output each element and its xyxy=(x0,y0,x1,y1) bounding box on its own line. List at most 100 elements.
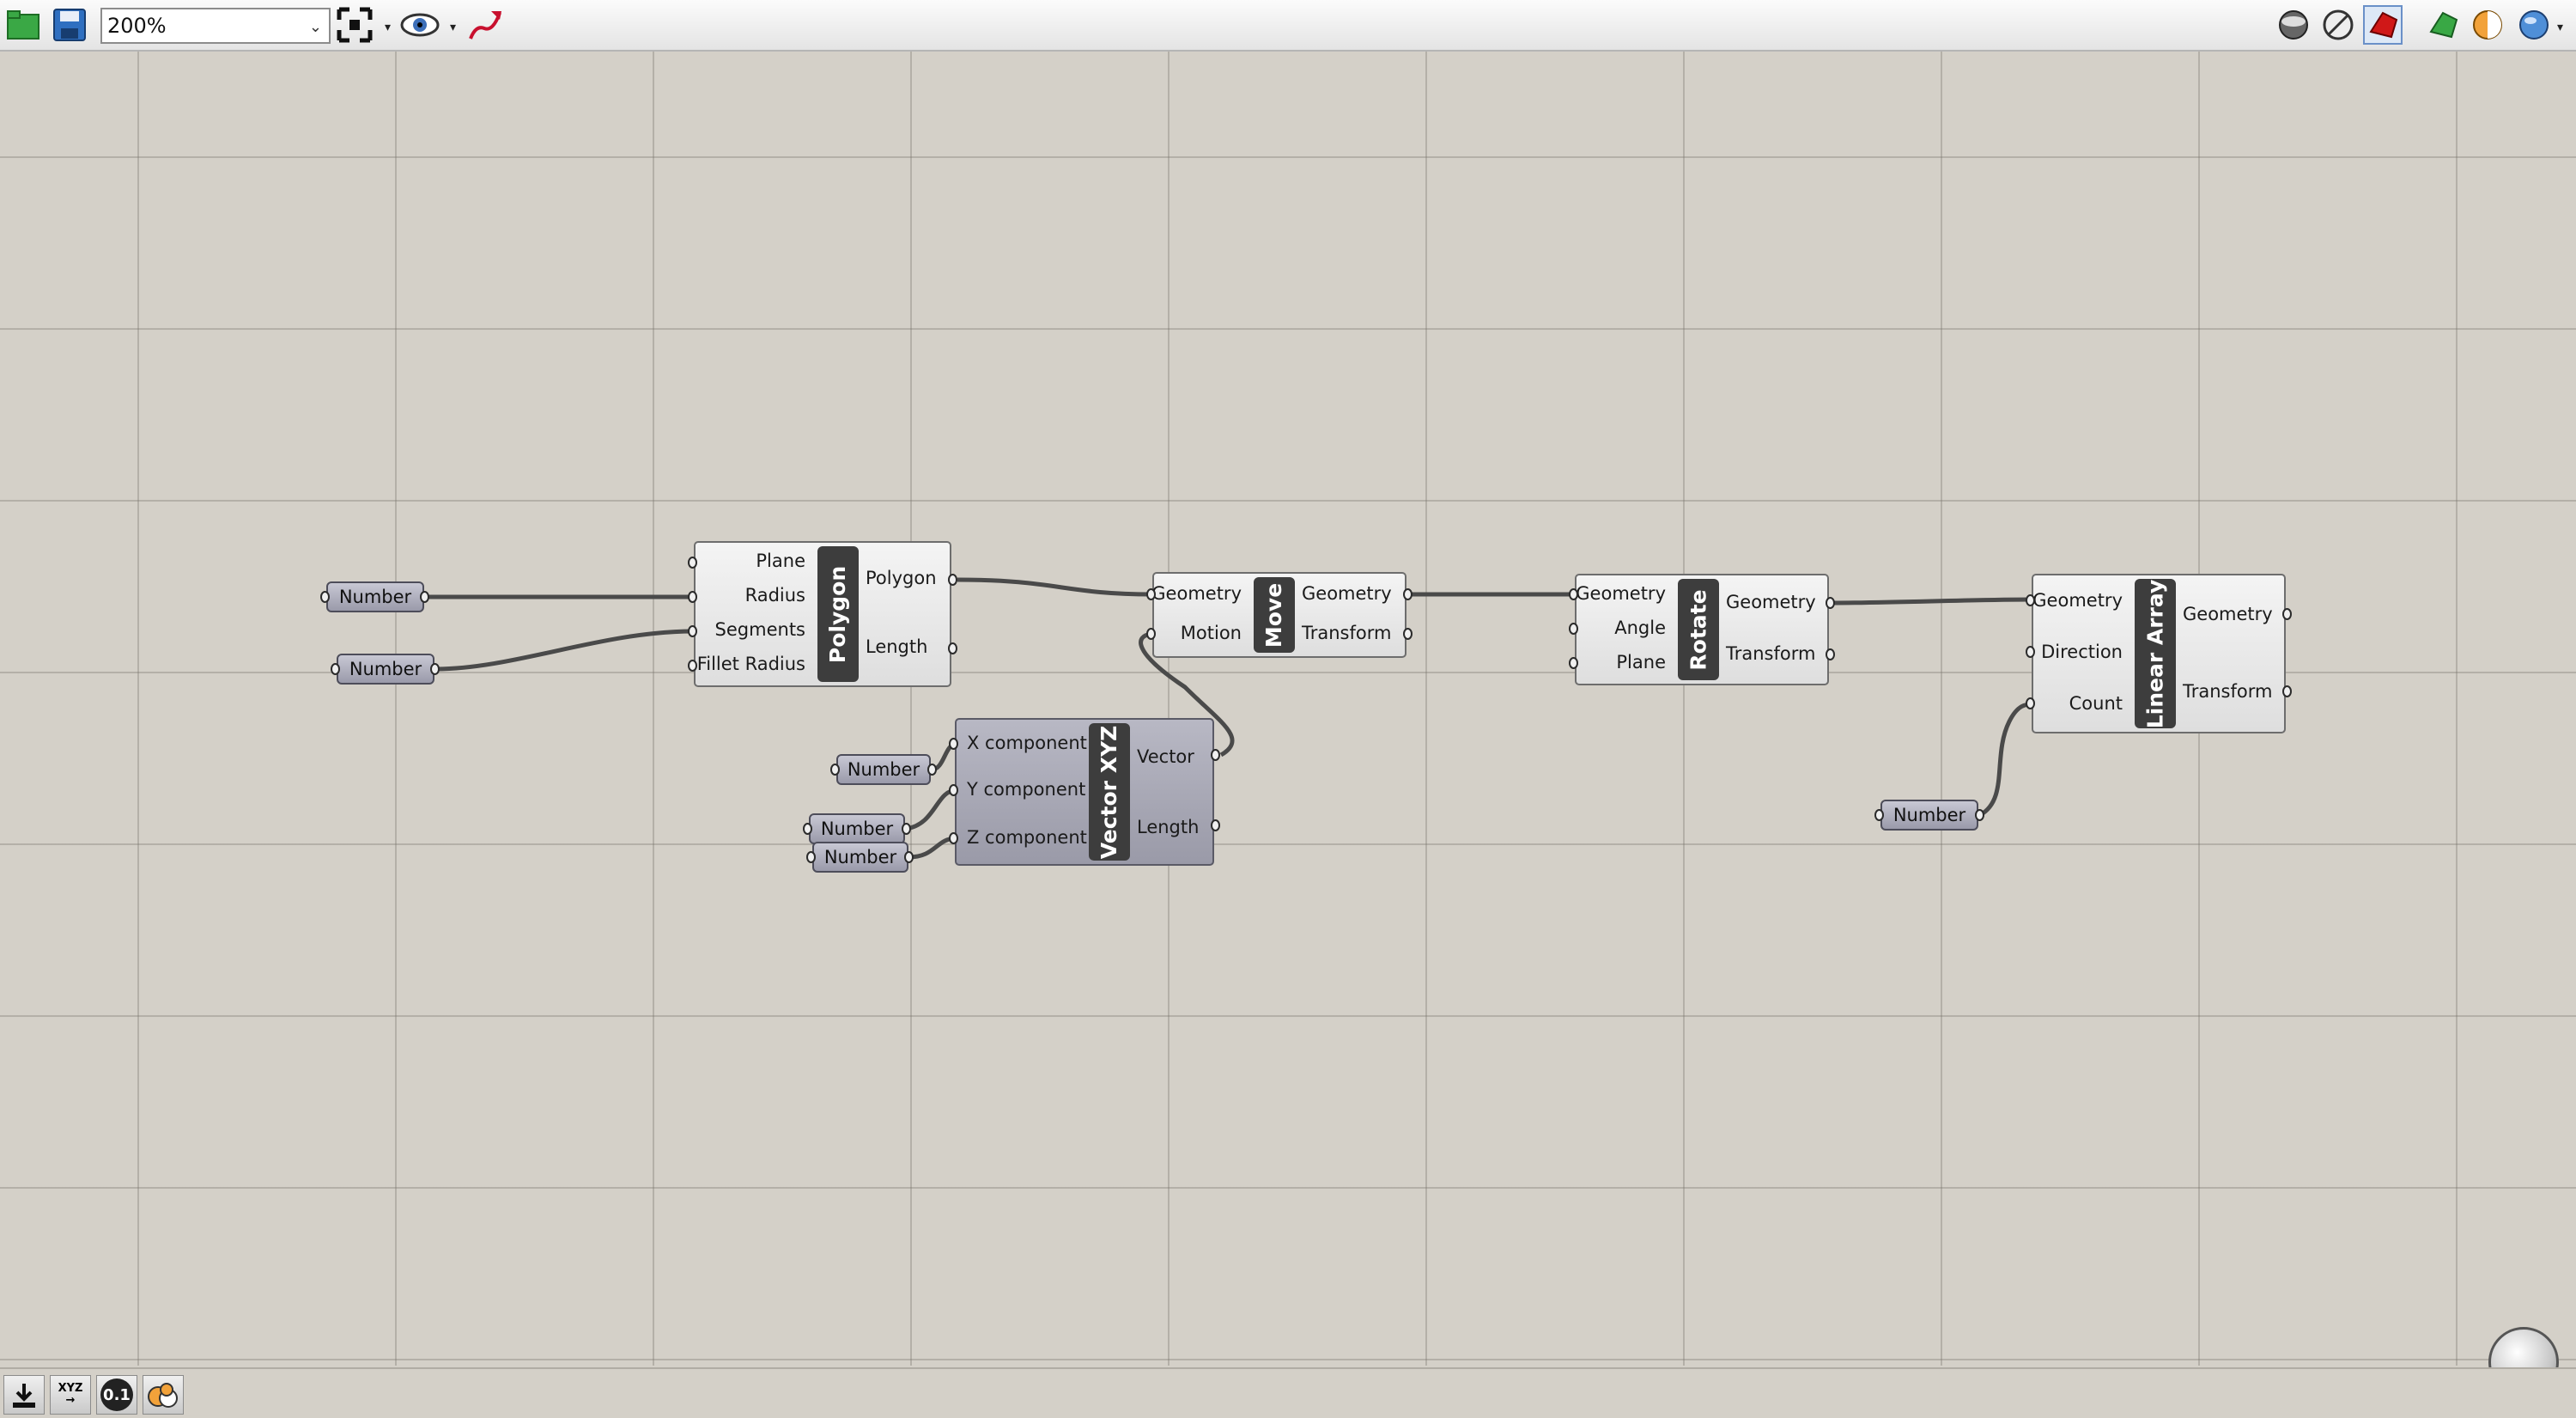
bake-icon[interactable] xyxy=(3,1375,45,1415)
component-name: Rotate xyxy=(1686,588,1711,671)
input-label-plane: Plane xyxy=(1616,652,1666,672)
numeric-precision-icon[interactable]: 0.1 xyxy=(96,1375,137,1415)
param-input-port[interactable] xyxy=(320,591,330,603)
output-port-geometry[interactable] xyxy=(1826,597,1835,609)
shaded-preview-icon[interactable] xyxy=(2363,5,2403,45)
output-port-transform[interactable] xyxy=(1826,648,1835,660)
param-output-port[interactable] xyxy=(420,591,429,603)
document-preview-settings-icon[interactable] xyxy=(2468,5,2507,45)
chevron-down-icon[interactable]: ▾ xyxy=(2557,21,2563,34)
input-label-plane: Plane xyxy=(756,551,805,571)
output-label-transform: Transform xyxy=(1302,623,1392,643)
polygon-component[interactable]: Polygon Plane Radius Segments Fillet Rad… xyxy=(694,541,951,687)
chevron-down-icon[interactable]: ▾ xyxy=(450,21,456,34)
output-label-length: Length xyxy=(866,636,928,657)
sketch-pen-icon[interactable] xyxy=(465,5,505,45)
xyz-label: XYZ xyxy=(58,1382,83,1395)
input-label-z-component: Z component xyxy=(967,827,1087,848)
open-file-icon[interactable] xyxy=(3,5,43,45)
y-number-param[interactable]: Number xyxy=(809,813,905,844)
count-number-param[interactable]: Number xyxy=(1880,800,1978,831)
param-input-port[interactable] xyxy=(331,663,340,675)
vector-xyz-component[interactable]: Vector XYZ X component Y component Z com… xyxy=(955,718,1214,866)
component-name-bar: Rotate xyxy=(1678,579,1719,680)
input-port-geometry[interactable] xyxy=(1569,588,1578,600)
arrow-right-icon: → xyxy=(65,1394,76,1407)
input-label-fillet-radius: Fillet Radius xyxy=(696,654,805,674)
output-port-transform[interactable] xyxy=(1403,628,1413,640)
component-name: Polygon xyxy=(825,565,851,663)
output-label-polygon: Polygon xyxy=(866,568,937,588)
param-output-port[interactable] xyxy=(1975,809,1984,821)
output-port-polygon[interactable] xyxy=(948,574,957,586)
param-input-port[interactable] xyxy=(806,851,816,863)
wireframe-preview-icon[interactable] xyxy=(2274,5,2313,45)
preview-eye-icon[interactable] xyxy=(400,5,440,45)
output-port-vector[interactable] xyxy=(1211,749,1220,761)
input-label-x-component: X component xyxy=(967,733,1087,753)
canvas-toolbar: 200% ⌄ ▾ ▾ ▾ xyxy=(0,0,2576,52)
param-output-port[interactable] xyxy=(927,764,937,776)
input-port-x[interactable] xyxy=(949,738,958,750)
component-name-bar: Linear Array xyxy=(2135,579,2176,728)
param-input-port[interactable] xyxy=(1874,809,1884,821)
x-number-param[interactable]: Number xyxy=(836,754,931,785)
param-input-port[interactable] xyxy=(830,764,840,776)
output-label-vector: Vector xyxy=(1137,746,1194,767)
input-port-segments[interactable] xyxy=(688,625,697,637)
input-label-geometry: Geometry xyxy=(1151,583,1242,604)
zoom-extents-icon[interactable] xyxy=(335,5,374,45)
input-port-geometry[interactable] xyxy=(2026,594,2035,606)
input-port-y[interactable] xyxy=(949,784,958,796)
output-label-geometry: Geometry xyxy=(1726,592,1816,612)
input-label-angle: Angle xyxy=(1614,618,1666,638)
param-output-port[interactable] xyxy=(902,823,911,835)
no-preview-icon[interactable] xyxy=(2318,5,2358,45)
mesh-quality-icon[interactable] xyxy=(2514,5,2554,45)
input-port-plane[interactable] xyxy=(1569,657,1578,669)
zoom-value: 200% xyxy=(107,14,167,38)
z-number-param[interactable]: Number xyxy=(812,842,908,873)
xyz-input-icon[interactable]: XYZ → xyxy=(50,1375,91,1415)
cluster-icon[interactable] xyxy=(143,1375,184,1415)
move-component[interactable]: Move Geometry Motion Geometry Transform xyxy=(1151,572,1406,658)
output-label-transform: Transform xyxy=(2183,681,2273,702)
radius-number-param[interactable]: Number xyxy=(326,581,424,612)
status-bar: XYZ → 0.1 xyxy=(0,1367,2576,1418)
input-label-count: Count xyxy=(2069,693,2123,714)
save-file-icon[interactable] xyxy=(50,5,89,45)
output-port-geometry[interactable] xyxy=(2282,608,2292,620)
input-port-direction[interactable] xyxy=(2026,646,2035,658)
zoom-dropdown[interactable]: 200% ⌄ xyxy=(100,8,331,44)
linear-array-component[interactable]: Linear Array Geometry Direction Count Ge… xyxy=(2032,574,2286,733)
segments-number-param[interactable]: Number xyxy=(337,654,434,685)
output-port-length[interactable] xyxy=(948,642,957,654)
param-input-port[interactable] xyxy=(803,823,812,835)
param-output-port[interactable] xyxy=(904,851,914,863)
input-port-angle[interactable] xyxy=(1569,623,1578,635)
output-port-transform[interactable] xyxy=(2282,685,2292,697)
input-label-motion: Motion xyxy=(1180,623,1242,643)
preview-selected-icon[interactable] xyxy=(2423,5,2463,45)
input-port-count[interactable] xyxy=(2026,697,2035,709)
rotate-component[interactable]: Rotate Geometry Angle Plane Geometry Tra… xyxy=(1575,574,1829,685)
output-port-length[interactable] xyxy=(1211,819,1220,831)
input-port-plane[interactable] xyxy=(688,557,697,569)
component-name: Move xyxy=(1261,582,1287,648)
input-port-fillet-radius[interactable] xyxy=(688,660,697,672)
input-port-z[interactable] xyxy=(949,832,958,844)
input-label-geometry: Geometry xyxy=(2032,590,2123,611)
input-label-radius: Radius xyxy=(744,585,805,606)
component-name: Vector XYZ xyxy=(1097,725,1122,859)
param-output-port[interactable] xyxy=(430,663,440,675)
input-port-motion[interactable] xyxy=(1146,628,1156,640)
chevron-down-icon: ⌄ xyxy=(308,18,322,36)
output-label-transform: Transform xyxy=(1726,643,1816,664)
output-label-length: Length xyxy=(1137,817,1200,837)
output-label-geometry: Geometry xyxy=(1302,583,1392,604)
input-port-geometry[interactable] xyxy=(1146,588,1156,600)
chevron-down-icon[interactable]: ▾ xyxy=(385,21,391,34)
output-port-geometry[interactable] xyxy=(1403,588,1413,600)
input-label-segments: Segments xyxy=(714,619,805,640)
input-port-radius[interactable] xyxy=(688,591,697,603)
